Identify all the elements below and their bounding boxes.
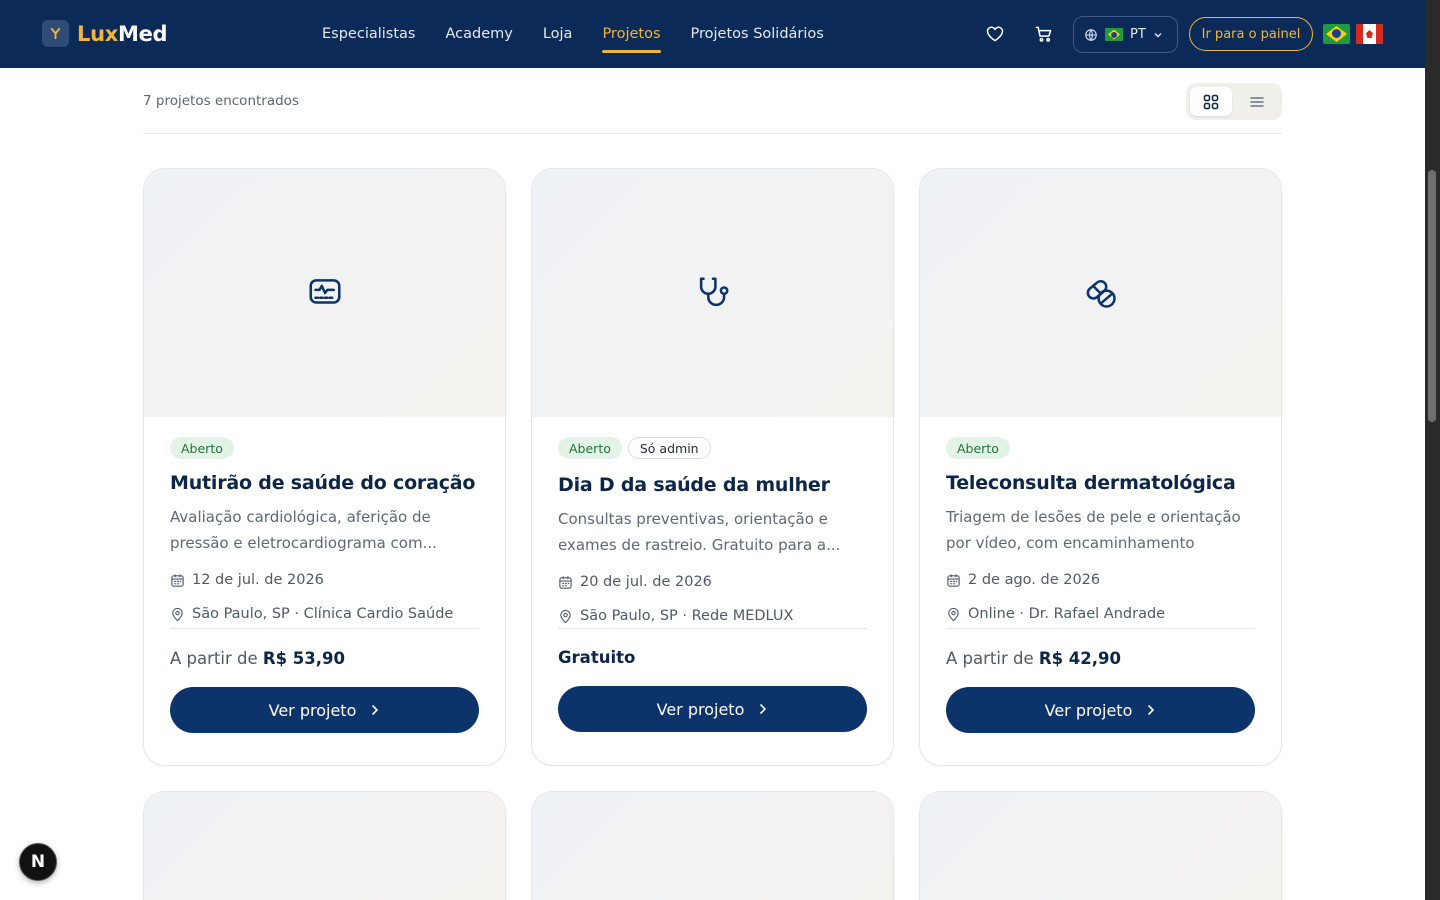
grid-view-button[interactable] — [1190, 87, 1232, 116]
brand-logo[interactable]: LuxMed — [42, 20, 168, 47]
list-icon — [1250, 96, 1264, 107]
location-pin-icon — [948, 607, 959, 621]
project-card: Aberto Só admin Dia D da saúde da mulher… — [531, 168, 894, 766]
chevron-right-icon — [1148, 705, 1155, 715]
card-price: A partir de R$ 53,90 — [170, 649, 345, 668]
nav-academy[interactable]: Academy — [445, 0, 512, 68]
card-location: Online · Dr. Rafael Andrade — [946, 604, 1255, 624]
status-badge: Aberto — [170, 437, 234, 459]
admin-only-badge: Só admin — [627, 437, 711, 459]
project-card — [531, 791, 894, 900]
cart-icon[interactable] — [1032, 22, 1056, 46]
card-date: 12 de jul. de 2026 — [170, 570, 479, 590]
chevron-right-icon — [760, 704, 767, 714]
brazil-flag-icon[interactable] — [1323, 24, 1350, 44]
chevron-down-icon — [1154, 32, 1162, 37]
brand-name: LuxMed — [77, 21, 168, 46]
card-image — [532, 169, 893, 417]
card-image — [144, 792, 505, 900]
nav-loja[interactable]: Loja — [543, 0, 573, 68]
nextjs-dev-badge[interactable]: N — [19, 843, 57, 881]
list-view-button[interactable] — [1236, 87, 1278, 116]
status-badge: Aberto — [946, 437, 1010, 459]
scrollbar-thumb[interactable] — [1428, 170, 1436, 422]
chevron-right-icon — [372, 705, 379, 715]
nav-projetos-solidarios[interactable]: Projetos Solidários — [691, 0, 824, 68]
project-card: Aberto Teleconsulta dermatológica Triage… — [919, 168, 1282, 766]
status-badge: Aberto — [558, 437, 622, 459]
results-count: 7 projetos encontrados — [143, 93, 299, 109]
view-project-button[interactable]: Ver projeto — [170, 687, 479, 733]
view-project-button[interactable]: Ver projeto — [946, 687, 1255, 733]
project-card — [143, 791, 506, 900]
go-to-panel-button[interactable]: Ir para o painel — [1189, 17, 1313, 51]
calendar-icon — [947, 573, 960, 587]
top-navbar: LuxMed Especialistas Academy Loja Projet… — [0, 0, 1425, 68]
heart-icon[interactable] — [983, 22, 1007, 46]
card-description: Consultas preventivas, orientação e exam… — [558, 510, 841, 554]
calendar-icon — [559, 575, 572, 589]
project-card: Aberto Mutirão de saúde do coração Avali… — [143, 168, 506, 766]
pills-icon — [1086, 279, 1116, 308]
card-separator — [946, 628, 1255, 629]
card-image — [920, 169, 1281, 417]
grid-icon — [1203, 94, 1219, 109]
scrollbar[interactable] — [1425, 0, 1440, 900]
toolbar-divider — [143, 133, 1282, 134]
nav-especialistas[interactable]: Especialistas — [322, 0, 415, 68]
card-image — [144, 169, 505, 417]
view-project-button[interactable]: Ver projeto — [558, 686, 867, 732]
location-pin-icon — [172, 607, 183, 621]
heart-monitor-icon — [308, 279, 341, 304]
card-title: Mutirão de saúde do coração — [170, 472, 476, 494]
calendar-icon — [171, 573, 184, 587]
card-location: São Paulo, SP · Clínica Cardio Saúde — [170, 604, 479, 624]
card-description: Avaliação cardiológica, aferição de pres… — [170, 508, 437, 552]
stethoscope-icon — [699, 277, 729, 307]
card-image — [532, 792, 893, 900]
main-nav: Especialistas Academy Loja Projetos Proj… — [322, 0, 824, 68]
card-date: 20 de jul. de 2026 — [558, 572, 867, 592]
card-description: Triagem de lesões de pele e orientação p… — [946, 508, 1241, 552]
card-separator — [170, 628, 479, 629]
card-price: Gratuito — [558, 648, 636, 667]
view-toggle — [1186, 83, 1282, 120]
card-location: São Paulo, SP · Rede MEDLUX — [558, 606, 867, 626]
location-pin-icon — [560, 609, 571, 623]
card-title: Teleconsulta dermatológica — [946, 472, 1236, 494]
globe-icon — [1085, 28, 1097, 41]
nav-projetos[interactable]: Projetos — [602, 0, 661, 68]
card-separator — [558, 628, 867, 629]
language-selector[interactable]: PT — [1073, 16, 1178, 53]
card-image — [920, 792, 1281, 900]
language-label: PT — [1130, 27, 1146, 42]
project-card — [919, 791, 1282, 900]
brazil-flag-small — [1105, 28, 1123, 41]
card-date: 2 de ago. de 2026 — [946, 570, 1255, 590]
card-title: Dia D da saúde da mulher — [558, 474, 830, 496]
card-price: A partir de R$ 42,90 — [946, 649, 1121, 668]
canada-flag-icon[interactable] — [1356, 24, 1383, 44]
logo-icon — [42, 20, 69, 47]
